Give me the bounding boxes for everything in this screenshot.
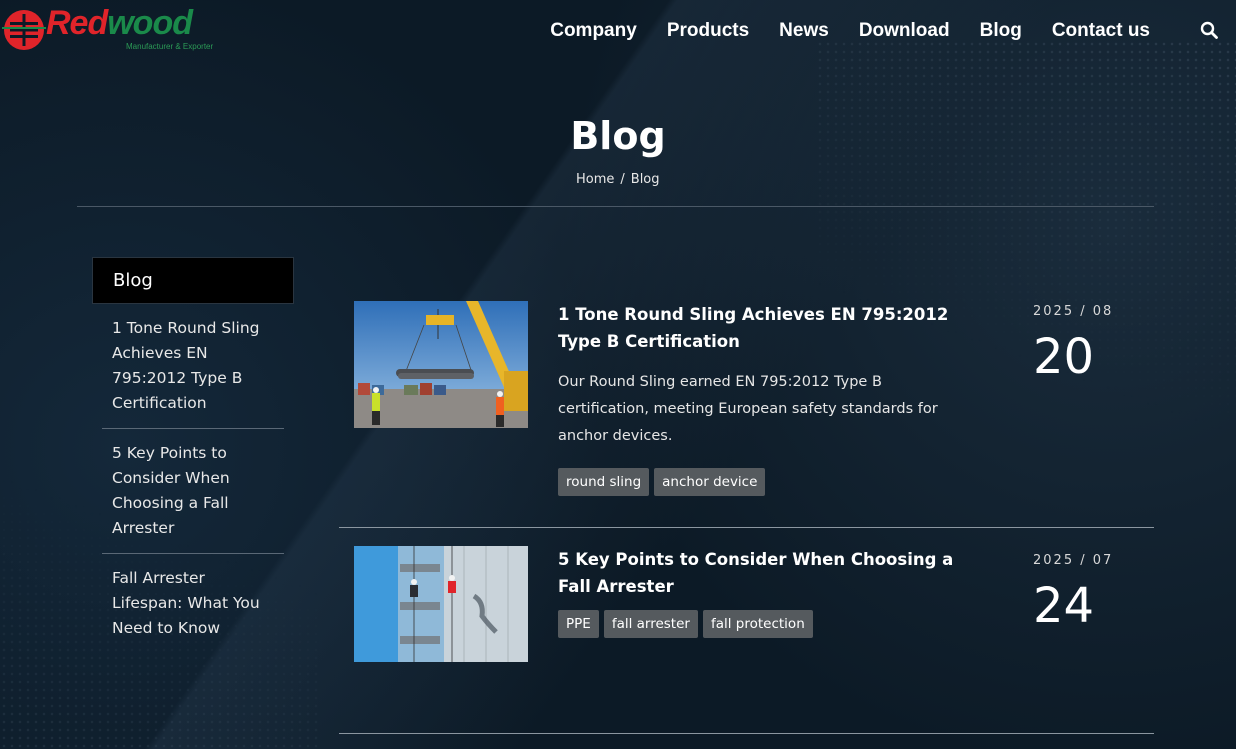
post-date-day: 20 <box>1033 329 1095 385</box>
breadcrumb-separator: / <box>620 172 625 187</box>
nav-item-blog[interactable]: Blog <box>980 20 1022 42</box>
post-item: 1 Tone Round Sling Achieves EN 795:2012 … <box>339 277 1154 528</box>
sidebar-item[interactable]: 1 Tone Round Sling Achieves EN 795:2012 … <box>102 304 284 429</box>
post-tags: round sling anchor device <box>558 468 968 496</box>
post-title[interactable]: 5 Key Points to Consider When Choosing a… <box>558 546 968 600</box>
rope-access-photo <box>354 546 528 662</box>
post-item: 5 Key Points to Consider When Choosing a… <box>339 528 1154 734</box>
post-date-day: 24 <box>1033 578 1095 634</box>
sidebar-title: Blog <box>92 257 294 304</box>
breadcrumb-current[interactable]: Blog <box>631 172 660 187</box>
post-date: 2025 / 08 20 <box>1033 304 1133 385</box>
main-nav: Company Products News Download Blog Cont… <box>550 20 1150 42</box>
post-tags: PPE fall arrester fall protection <box>558 610 968 638</box>
brand-tagline: Manufacturer & Exporter <box>126 42 214 51</box>
tag-ppe[interactable]: PPE <box>558 610 599 638</box>
search-icon <box>1200 21 1218 39</box>
nav-item-company[interactable]: Company <box>550 20 637 42</box>
logo-emblem-icon <box>2 10 46 50</box>
post-date: 2025 / 07 24 <box>1033 553 1133 634</box>
tag-fall-arrester[interactable]: fall arrester <box>603 610 698 638</box>
nav-item-download[interactable]: Download <box>859 20 950 42</box>
page-title: Blog <box>570 114 666 158</box>
sidebar-item[interactable]: Fall Arrester Lifespan: What You Need to… <box>102 554 284 653</box>
search-button[interactable] <box>1200 21 1220 41</box>
post-date-year-month: 2025 / 08 <box>1033 304 1114 319</box>
post-date-year-month: 2025 / 07 <box>1033 553 1114 568</box>
post-list: 1 Tone Round Sling Achieves EN 795:2012 … <box>339 277 1154 734</box>
brand-logo[interactable]: Redwood Manufacturer & Exporter <box>2 4 224 54</box>
crane-lifting-photo <box>354 301 528 428</box>
tag-fall-protection[interactable]: fall protection <box>702 610 813 638</box>
sidebar-item[interactable]: 5 Key Points to Consider When Choosing a… <box>102 429 284 554</box>
nav-item-products[interactable]: Products <box>667 20 749 42</box>
sidebar-list: 1 Tone Round Sling Achieves EN 795:2012 … <box>102 304 284 653</box>
post-body: 1 Tone Round Sling Achieves EN 795:2012 … <box>558 301 968 496</box>
post-thumbnail-crane[interactable] <box>354 301 528 428</box>
brand-word-red: Red <box>46 4 108 42</box>
nav-item-contact-us[interactable]: Contact us <box>1052 20 1150 42</box>
post-thumbnail-rope-access[interactable] <box>354 546 528 662</box>
tag-round-sling[interactable]: round sling <box>558 468 650 496</box>
breadcrumb: Home / Blog <box>576 172 660 187</box>
post-excerpt: Our Round Sling earned EN 795:2012 Type … <box>558 374 938 444</box>
tag-anchor-device[interactable]: anchor device <box>654 468 766 496</box>
post-body: 5 Key Points to Consider When Choosing a… <box>558 546 968 638</box>
post-title[interactable]: 1 Tone Round Sling Achieves EN 795:2012 … <box>558 301 968 355</box>
nav-item-news[interactable]: News <box>779 20 829 42</box>
site-header: Redwood Manufacturer & Exporter Company … <box>0 0 1236 64</box>
sidebar: Blog 1 Tone Round Sling Achieves EN 795:… <box>92 257 294 653</box>
breadcrumb-home[interactable]: Home <box>576 172 614 187</box>
header-divider <box>77 206 1154 207</box>
brand-wordmark: Redwood <box>46 4 193 43</box>
brand-word-green: wood <box>107 4 193 42</box>
